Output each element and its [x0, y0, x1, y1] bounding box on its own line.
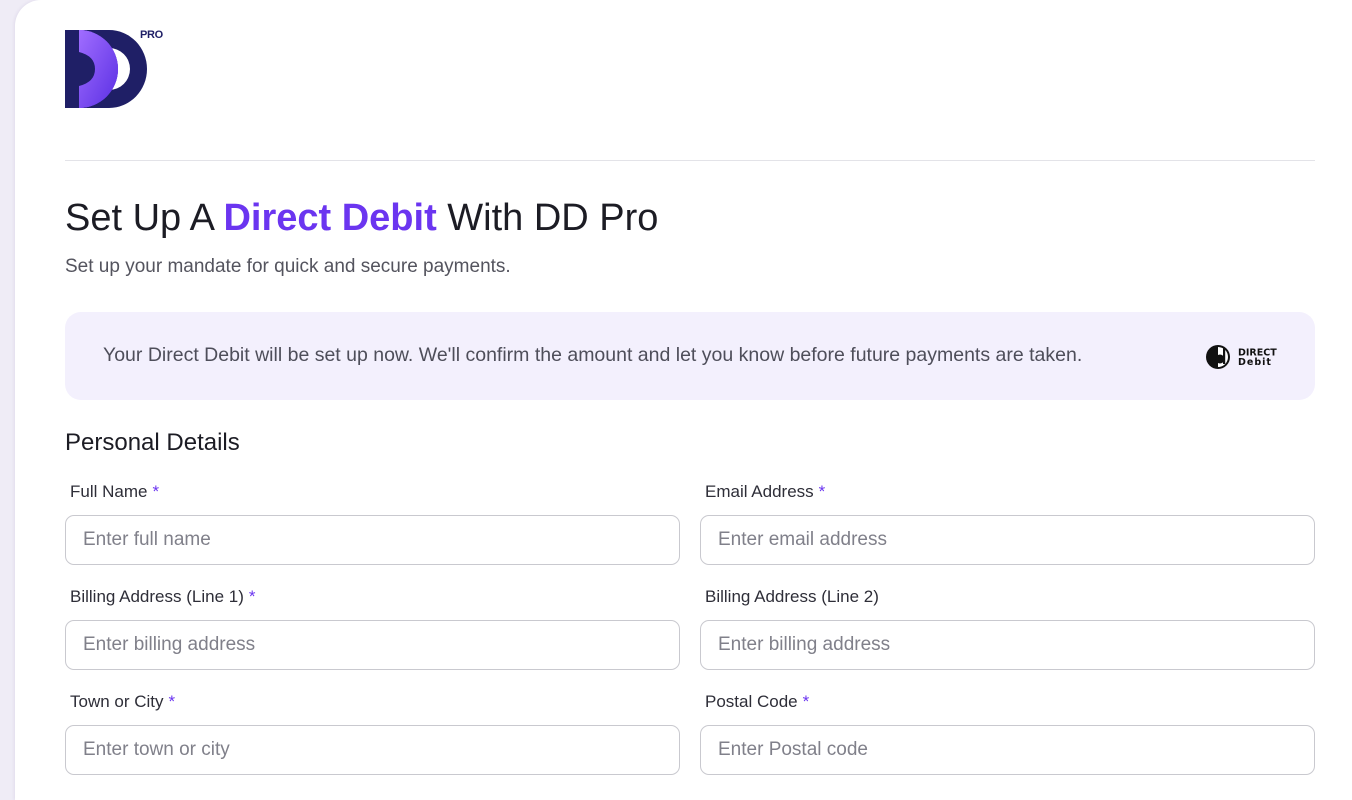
page-title-suffix: With DD Pro [436, 197, 659, 239]
postal-code-label: Postal Code * [705, 692, 809, 712]
section-title-personal-details: Personal Details [65, 429, 240, 456]
page-title-prefix: Set Up A [65, 197, 224, 239]
town-input[interactable] [65, 725, 680, 775]
email-label-text: Email Address [705, 482, 814, 501]
page-title-accent: Direct Debit [223, 197, 437, 239]
direct-debit-logo-icon: DIRECT Debit [1206, 345, 1277, 369]
billing-address-2-label-text: Billing Address (Line 2) [705, 587, 879, 606]
billing-address-1-input[interactable] [65, 620, 680, 670]
form-card: PRO Set Up A Direct Debit With DD Pro Se… [15, 0, 1352, 800]
direct-debit-notice: Your Direct Debit will be set up now. We… [65, 312, 1315, 400]
town-label-text: Town or City [70, 692, 164, 711]
required-marker: * [818, 482, 826, 501]
email-label: Email Address * [705, 482, 825, 502]
full-name-input[interactable] [65, 515, 680, 565]
billing-address-1-label-text: Billing Address (Line 1) [70, 587, 244, 606]
full-name-label-text: Full Name [70, 482, 148, 501]
billing-address-1-label: Billing Address (Line 1) * [70, 587, 256, 607]
logo-pro-badge: PRO [140, 29, 163, 41]
page-subtitle: Set up your mandate for quick and secure… [65, 256, 511, 277]
page-title: Set Up A Direct Debit With DD Pro [65, 196, 658, 240]
billing-address-2-input[interactable] [700, 620, 1315, 670]
billing-address-2-label: Billing Address (Line 2) [705, 587, 879, 607]
dd-badge-line2: Debit [1238, 357, 1272, 368]
dd-logo-mark-icon [65, 30, 147, 108]
town-label: Town or City * [70, 692, 175, 712]
header-divider [65, 160, 1315, 161]
postal-code-input[interactable] [700, 725, 1315, 775]
postal-code-label-text: Postal Code [705, 692, 798, 711]
notice-text: Your Direct Debit will be set up now. We… [103, 344, 1083, 366]
required-marker: * [802, 692, 810, 711]
full-name-label: Full Name * [70, 482, 159, 502]
required-marker: * [248, 587, 256, 606]
required-marker: * [168, 692, 176, 711]
email-input[interactable] [700, 515, 1315, 565]
required-marker: * [152, 482, 160, 501]
dd-pro-logo[interactable]: PRO [65, 28, 175, 112]
